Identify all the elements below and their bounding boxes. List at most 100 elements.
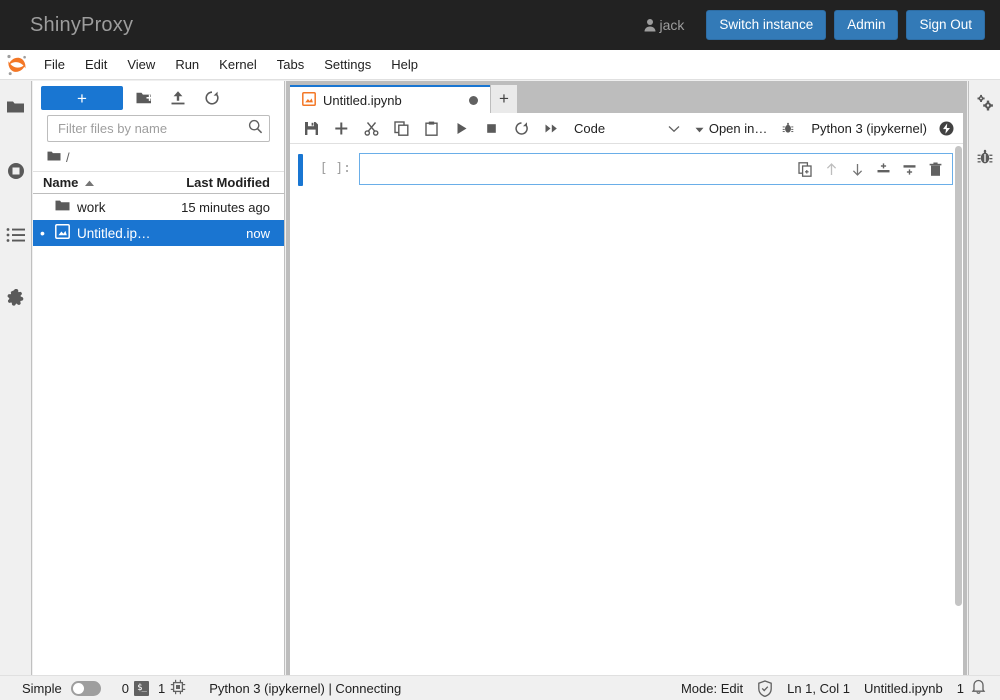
cut-icon[interactable] xyxy=(356,115,386,141)
folder-icon xyxy=(55,199,70,215)
column-header-name-label: Name xyxy=(43,175,79,190)
restart-icon[interactable] xyxy=(506,115,536,141)
caret-down-icon xyxy=(695,121,704,136)
move-cell-up-icon[interactable] xyxy=(820,158,842,180)
kernel-icon xyxy=(170,679,186,698)
file-filter-wrapper xyxy=(33,115,284,142)
file-list-item-work[interactable]: work 15 minutes ago xyxy=(33,194,284,220)
shinyproxy-brand[interactable]: ShinyProxy xyxy=(0,14,133,37)
cell-toolbar xyxy=(794,158,952,180)
tab-title: Untitled.ipynb xyxy=(323,92,402,108)
extension-manager-icon xyxy=(6,288,26,314)
open-in-label: Open in… xyxy=(708,120,768,136)
admin-button[interactable]: Admin xyxy=(834,9,899,41)
menu-run[interactable]: Run xyxy=(165,53,209,77)
breadcrumb[interactable]: / xyxy=(33,142,284,171)
status-file-name[interactable]: Untitled.ipynb xyxy=(864,681,943,696)
insert-cell-icon[interactable] xyxy=(326,115,356,141)
sign-out-button[interactable]: Sign Out xyxy=(906,9,985,41)
tab-untitled-ipynb[interactable]: Untitled.ipynb xyxy=(290,85,490,113)
kernel-name-label[interactable]: Python 3 (ipykernel) xyxy=(803,121,935,136)
menu-settings[interactable]: Settings xyxy=(314,53,381,77)
sidebar-item-commands[interactable] xyxy=(0,221,32,254)
notebook-toolbar: Code Open in… Python 3 (ipykernel) xyxy=(290,113,963,144)
file-filter[interactable] xyxy=(47,115,270,142)
notebook-scrollbar[interactable] xyxy=(955,146,962,606)
restart-run-all-icon[interactable] xyxy=(536,115,566,141)
status-bar-left: Simple 0 $_ 1 Python 3 (ipykernel) | Con… xyxy=(0,679,401,698)
cell-input-area[interactable] xyxy=(359,153,953,185)
close-icon[interactable] xyxy=(469,95,478,105)
person-icon xyxy=(644,18,656,32)
menu-kernel[interactable]: Kernel xyxy=(209,53,267,77)
menu-view[interactable]: View xyxy=(117,53,165,77)
file-browser-panel: + Filter files by name / Name Last Modif… xyxy=(33,81,285,700)
chevron-down-icon xyxy=(668,121,680,136)
jupyterlab-shell: File Edit View Run Kernel Tabs Settings … xyxy=(0,50,1000,700)
cell-type-value: Code xyxy=(574,120,606,136)
file-name-cell: • Untitled.ip… xyxy=(33,224,180,242)
menu-file[interactable]: File xyxy=(34,53,75,77)
refresh-icon[interactable] xyxy=(199,86,225,110)
debugger-icon[interactable] xyxy=(773,115,803,141)
sidebar-item-extension-manager[interactable] xyxy=(0,285,32,318)
current-user-name: jack xyxy=(659,17,685,33)
file-browser-toolbar: + xyxy=(33,81,284,115)
sidebar-item-running-sessions[interactable] xyxy=(0,157,32,190)
running-sessions-icon xyxy=(6,161,26,186)
search-icon[interactable] xyxy=(248,119,263,139)
menu-help[interactable]: Help xyxy=(381,53,428,77)
new-folder-icon[interactable] xyxy=(131,86,157,110)
kernel-status-label[interactable]: Python 3 (ipykernel) | Connecting xyxy=(209,681,401,696)
sidebar-item-debugger[interactable] xyxy=(976,148,994,171)
column-header-name[interactable]: Name xyxy=(33,175,180,190)
switch-instance-button[interactable]: Switch instance xyxy=(706,9,827,41)
sidebar-item-property-inspector[interactable] xyxy=(975,93,995,118)
move-cell-down-icon[interactable] xyxy=(846,158,868,180)
kernel-count-label: 1 xyxy=(157,680,166,696)
menu-tabs[interactable]: Tabs xyxy=(267,53,314,77)
copy-icon[interactable] xyxy=(386,115,416,141)
terminal-icon: $_ xyxy=(133,680,149,696)
notebook-content[interactable]: [ ]: xyxy=(290,144,963,694)
run-icon[interactable] xyxy=(446,115,476,141)
trusted-shield-icon[interactable] xyxy=(757,679,773,697)
notebook-mode-label[interactable]: Mode: Edit xyxy=(681,681,743,696)
notification-count[interactable]: 1 xyxy=(957,678,986,698)
upload-icon[interactable] xyxy=(165,86,191,110)
bell-icon xyxy=(971,678,986,698)
sort-ascending-icon xyxy=(84,175,95,190)
save-icon[interactable] xyxy=(296,115,326,141)
shinyproxy-navbar-right: jack Switch instance Admin Sign Out xyxy=(644,9,1000,41)
commands-list-icon xyxy=(6,227,26,248)
file-modified-label: now xyxy=(246,225,270,241)
insert-cell-below-icon[interactable] xyxy=(898,158,920,180)
cell-type-select[interactable]: Code xyxy=(574,121,682,136)
search-input[interactable] xyxy=(56,120,248,137)
notification-count-label: 1 xyxy=(956,680,964,696)
file-list-item-untitled-notebook[interactable]: • Untitled.ip… now xyxy=(33,220,284,246)
simple-mode-toggle[interactable] xyxy=(70,680,101,696)
sidebar-item-file-browser[interactable] xyxy=(0,93,32,126)
menu-edit[interactable]: Edit xyxy=(75,53,117,77)
status-bar-right: Mode: Edit Ln 1, Col 1 Untitled.ipynb 1 xyxy=(681,678,1000,698)
terminal-count[interactable]: 0 $_ xyxy=(122,680,149,696)
delete-cell-icon[interactable] xyxy=(924,158,946,180)
paste-icon[interactable] xyxy=(416,115,446,141)
file-list-header: Name Last Modified xyxy=(33,171,284,194)
notebook-cell[interactable]: [ ]: xyxy=(290,153,963,186)
new-launcher-button[interactable]: + xyxy=(41,86,123,110)
kernel-count[interactable]: 1 xyxy=(158,679,186,698)
new-tab-button[interactable]: + xyxy=(491,85,517,113)
debugger-icon xyxy=(976,149,994,170)
open-in-button[interactable]: Open in… xyxy=(689,121,774,136)
stop-icon[interactable] xyxy=(476,115,506,141)
kernel-busy-icon[interactable] xyxy=(935,121,957,136)
insert-cell-above-icon[interactable] xyxy=(872,158,894,180)
right-activity-bar xyxy=(968,81,1000,700)
cursor-position-label[interactable]: Ln 1, Col 1 xyxy=(787,681,850,696)
duplicate-cell-icon[interactable] xyxy=(794,158,816,180)
code-editor[interactable] xyxy=(360,154,794,184)
notebook-icon xyxy=(302,91,316,109)
column-header-last-modified[interactable]: Last Modified xyxy=(180,175,284,190)
